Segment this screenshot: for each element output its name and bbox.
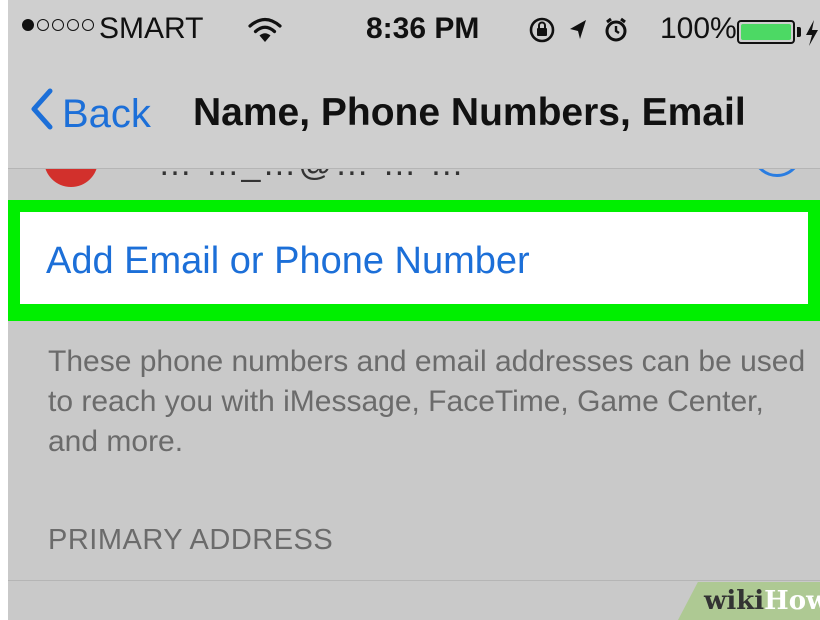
alarm-icon: [605, 17, 627, 42]
navigation-bar: Back Name, Phone Numbers, Email: [8, 64, 820, 169]
charging-bolt-icon: [804, 20, 820, 54]
rotation-lock-icon: [529, 17, 555, 43]
battery-tip: [797, 27, 801, 37]
add-email-or-phone-label: Add Email or Phone Number: [46, 240, 530, 282]
battery-percent: 100%: [660, 12, 737, 45]
wikihow-watermark: wikiHow: [704, 586, 820, 616]
wifi-icon: [248, 16, 282, 52]
battery-icon: [737, 20, 795, 44]
back-button[interactable]: Back: [30, 88, 151, 140]
location-arrow-icon: [570, 20, 586, 39]
section-footer-note: These phone numbers and email addresses …: [48, 345, 806, 458]
signal-strength-icon: [22, 19, 94, 31]
phone-screen: SMART 8:36 PM 100% Back Name, Phone Numb…: [8, 0, 820, 620]
primary-address-text: …: [48, 599, 84, 620]
info-icon[interactable]: [752, 169, 802, 177]
carrier-name: SMART: [99, 12, 204, 45]
status-bar: SMART 8:36 PM 100%: [8, 0, 820, 64]
status-icons: [528, 16, 648, 54]
add-email-or-phone-button[interactable]: Add Email or Phone Number: [20, 212, 808, 304]
highlight-box: Add Email or Phone Number: [8, 200, 820, 321]
back-chevron-icon: [30, 88, 54, 140]
delete-icon[interactable]: [44, 169, 98, 187]
back-label: Back: [62, 91, 151, 136]
email-address-text: … …_…@… … …: [158, 169, 466, 184]
page-title: Name, Phone Numbers, Email: [193, 91, 746, 134]
email-list-item[interactable]: … …_…@… … …: [8, 169, 820, 200]
section-header-primary-address: PRIMARY ADDRESS: [48, 524, 334, 556]
status-time: 8:36 PM: [366, 12, 480, 45]
